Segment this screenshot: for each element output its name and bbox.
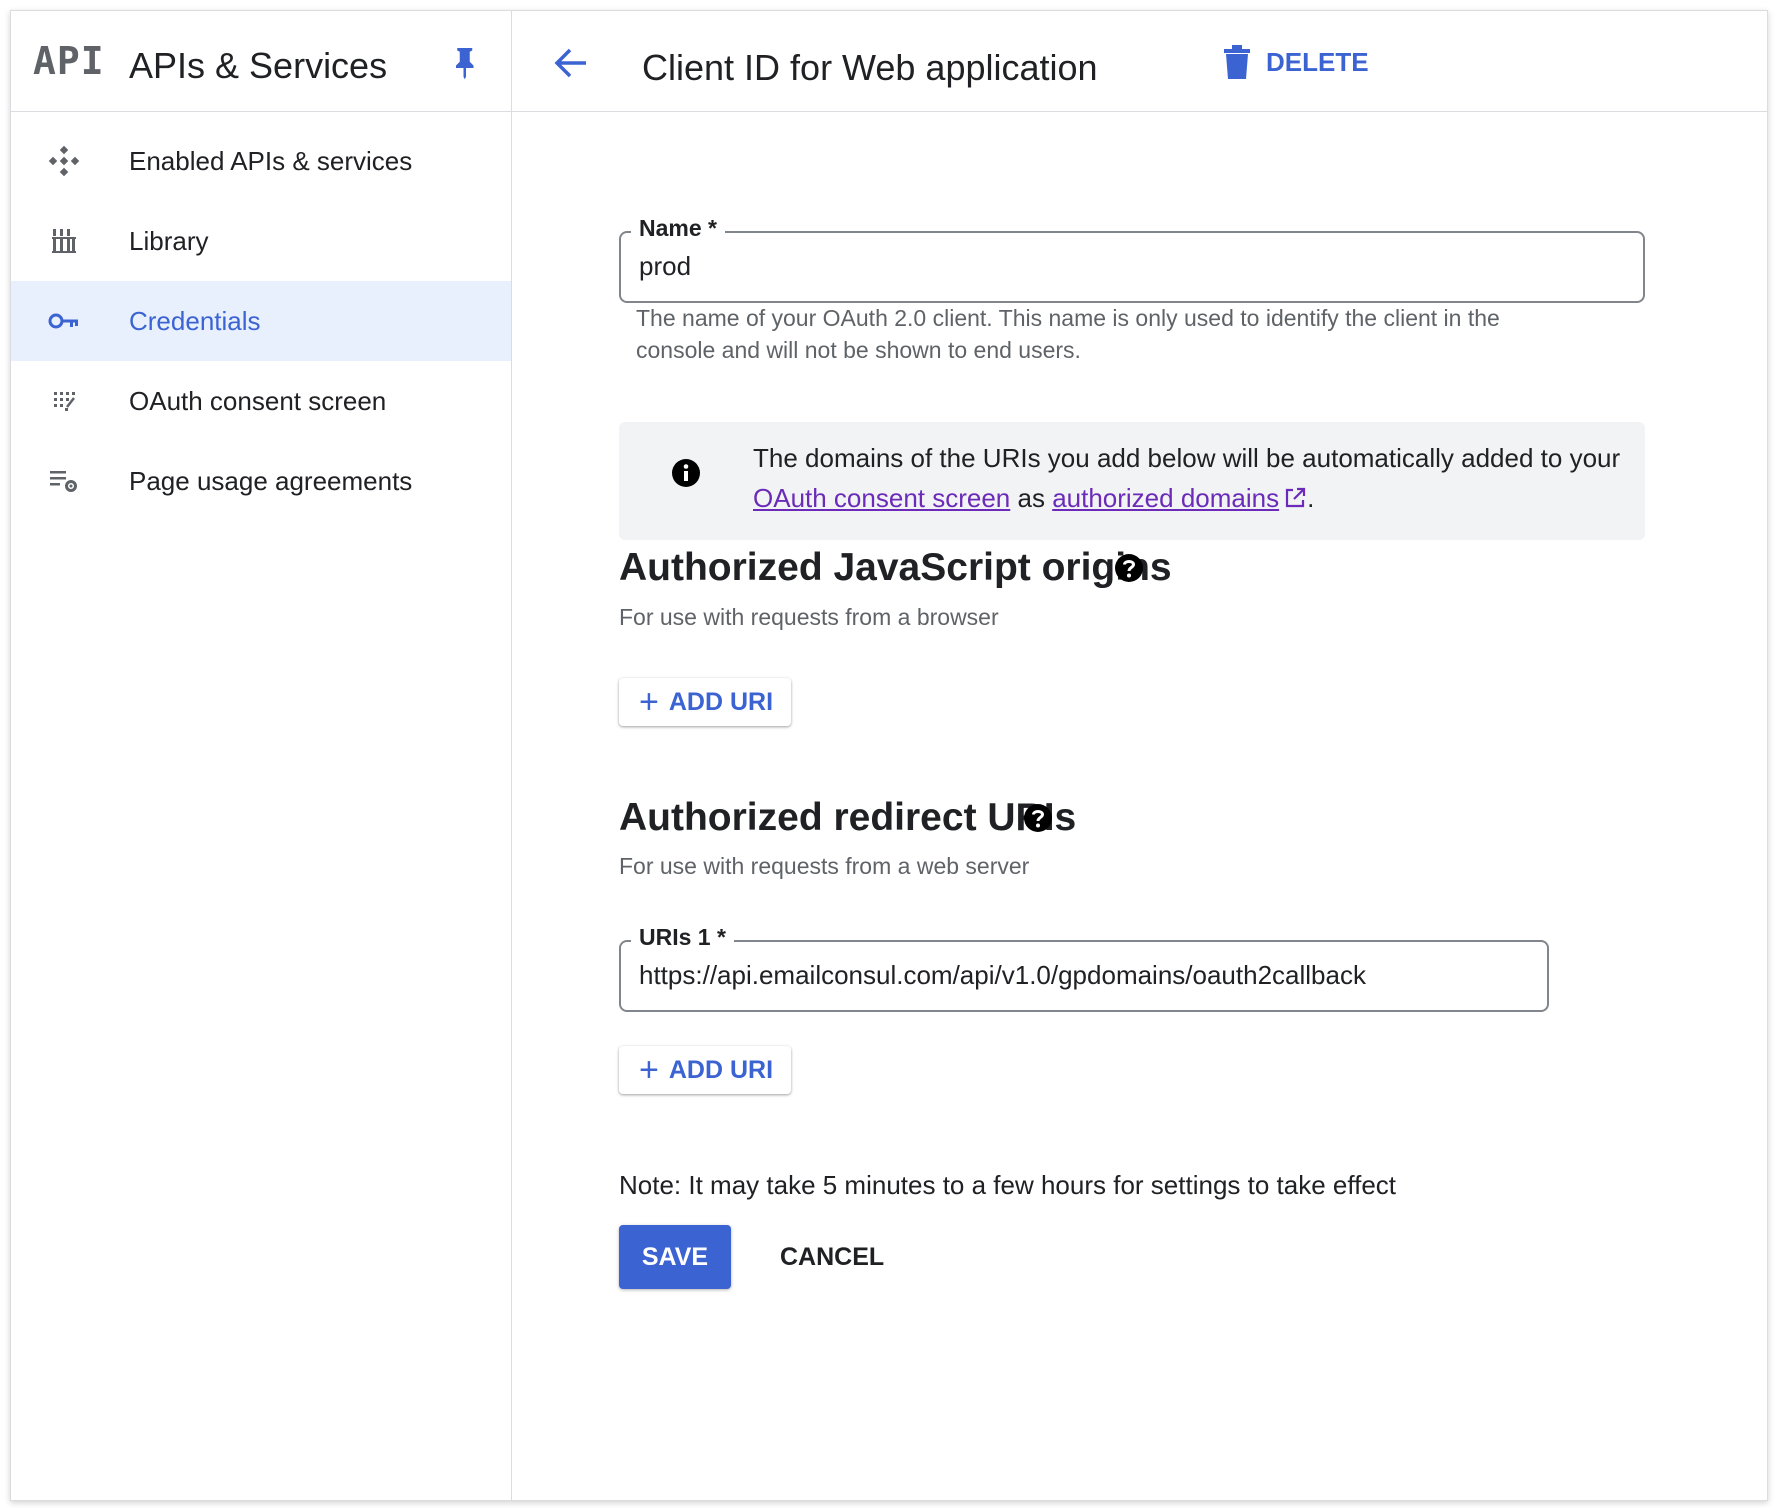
app-window: API APIs & Services Enabled APIs & servi	[10, 10, 1768, 1501]
help-icon[interactable]	[1114, 553, 1144, 583]
api-logo: API	[33, 39, 105, 83]
page-title: Client ID for Web application	[642, 47, 1098, 88]
plus-icon: +	[639, 683, 659, 721]
consent-screen-icon	[47, 385, 81, 417]
sidebar-item-label: Credentials	[129, 305, 261, 336]
pin-icon[interactable]	[451, 45, 481, 81]
main-content: Name * prod The name of your OAuth 2.0 c…	[512, 112, 1767, 1500]
help-icon[interactable]	[1023, 803, 1053, 833]
redirect-uris-subtitle: For use with requests from a web server	[619, 853, 1030, 879]
cancel-button[interactable]: CANCEL	[762, 1225, 902, 1289]
redirect-uri-value[interactable]: https://api.emailconsul.com/api/v1.0/gpd…	[639, 960, 1366, 991]
sidebar-item-label: OAuth consent screen	[129, 385, 387, 416]
sidebar-item-oauth-consent[interactable]: OAuth consent screen	[11, 361, 511, 441]
add-js-origin-button[interactable]: + ADD URI	[619, 678, 791, 726]
redirect-uri-label: URIs 1 *	[631, 924, 734, 951]
add-uri-label: ADD URI	[668, 687, 774, 716]
name-field[interactable]: Name * prod	[619, 215, 1645, 303]
delete-button[interactable]: DELETE	[1224, 39, 1369, 85]
info-text-part: .	[1307, 483, 1315, 513]
top-bar: Client ID for Web application DELETE	[512, 11, 1767, 112]
save-button[interactable]: SAVE	[619, 1225, 731, 1289]
sidebar-item-credentials[interactable]: Credentials	[11, 281, 511, 361]
name-field-value[interactable]: prod	[639, 251, 691, 282]
name-field-label: Name *	[631, 215, 725, 242]
sidebar-item-enabled-apis[interactable]: Enabled APIs & services	[11, 121, 511, 201]
sidebar-item-label: Page usage agreements	[129, 465, 413, 496]
name-helper-text: The name of your OAuth 2.0 client. This …	[636, 305, 1500, 363]
settings-note: Note: It may take 5 minutes to a few hou…	[619, 1170, 1397, 1200]
library-icon	[47, 225, 81, 257]
sidebar-nav: Enabled APIs & services Library Credenti…	[11, 121, 511, 521]
sidebar-item-library[interactable]: Library	[11, 201, 511, 281]
delete-label: DELETE	[1266, 46, 1369, 77]
sidebar-title: APIs & Services	[129, 45, 388, 86]
info-text-part: as	[1010, 483, 1053, 513]
back-arrow-icon[interactable]	[550, 45, 590, 81]
sidebar-item-label: Enabled APIs & services	[129, 145, 413, 176]
sidebar-item-page-usage[interactable]: Page usage agreements	[11, 441, 511, 521]
oauth-consent-link[interactable]: OAuth consent screen	[753, 483, 1010, 513]
sidebar: API APIs & Services Enabled APIs & servi	[11, 11, 512, 1500]
js-origins-title: Authorized JavaScript origins	[619, 546, 1172, 589]
info-text-part: The domains of the URIs you add below wi…	[753, 443, 1621, 473]
info-text: The domains of the URIs you add below wi…	[753, 438, 1645, 518]
info-banner: The domains of the URIs you add below wi…	[619, 422, 1645, 540]
authorized-domains-link[interactable]: authorized domains	[1052, 483, 1279, 513]
apis-diamond-icon	[47, 145, 81, 177]
info-icon	[672, 459, 700, 487]
redirect-uri-field[interactable]: URIs 1 * https://api.emailconsul.com/api…	[619, 924, 1549, 1012]
settings-list-icon	[47, 465, 81, 497]
js-origins-subtitle: For use with requests from a browser	[619, 604, 999, 630]
add-redirect-uri-button[interactable]: + ADD URI	[619, 1046, 791, 1094]
external-link-icon[interactable]	[1283, 486, 1307, 510]
add-uri-label: ADD URI	[668, 1055, 774, 1084]
key-icon	[47, 305, 81, 337]
redirect-uris-title: Authorized redirect URIs	[619, 796, 1077, 839]
sidebar-item-label: Library	[129, 225, 209, 256]
plus-icon: +	[639, 1051, 659, 1089]
trash-icon	[1224, 45, 1250, 79]
sidebar-header: API APIs & Services	[11, 11, 511, 112]
